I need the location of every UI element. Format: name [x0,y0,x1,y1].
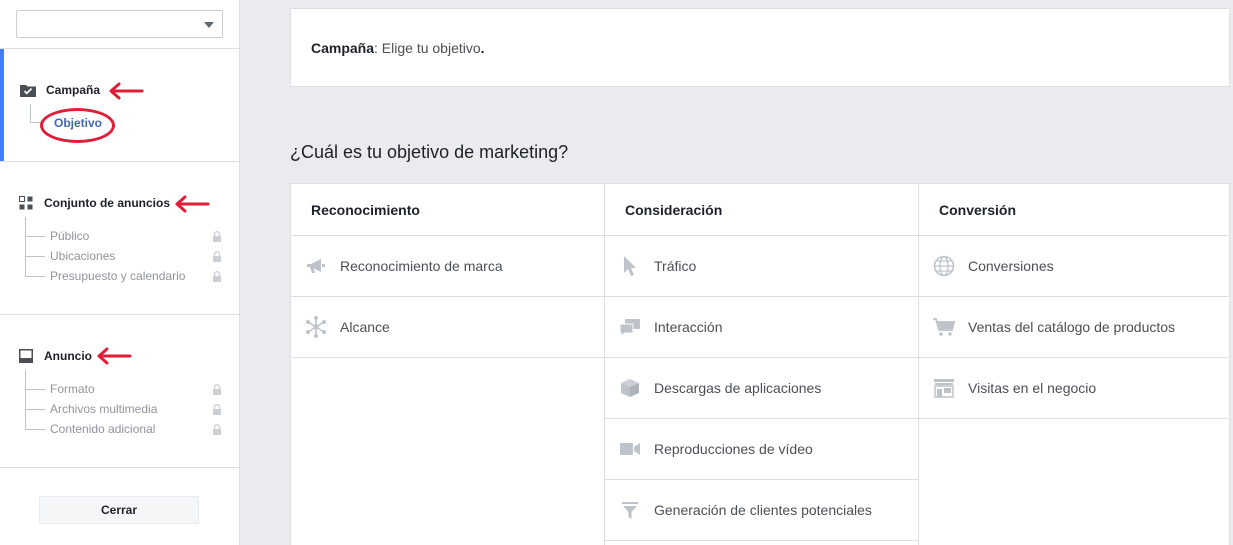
column-header: Consideración [605,184,918,236]
tree-line [25,409,45,410]
grid-icon [18,195,34,211]
account-dropdown[interactable] [16,10,223,38]
objective-label: Interacción [654,319,723,335]
objective-label: Ventas del catálogo de productos [968,319,1176,335]
nav-adset[interactable]: Conjunto de anuncios [18,195,170,211]
tree-line [25,370,26,429]
nav-format: Formato [50,382,95,396]
objective-store-visits[interactable]: Visitas en el negocio [919,358,1230,419]
chat-bubbles-icon [618,315,642,339]
nav-additional-content: Contenido adicional [50,422,156,436]
lock-icon [213,404,221,415]
lock-icon [213,424,221,435]
megaphone-icon [304,254,328,278]
nav-ad[interactable]: Anuncio [18,348,92,364]
nav-campaign-label: Campaña [46,83,101,97]
tree-line [25,236,45,237]
red-arrow-annotation [109,82,144,100]
objective-label: Generación de clientes potenciales [654,502,872,518]
divider [0,161,240,162]
red-arrow-annotation [97,347,132,365]
box-icon [618,376,642,400]
column-header: Reconocimiento [291,184,604,236]
tree-line [25,429,45,430]
objective-catalog-sales[interactable]: Ventas del catálogo de productos [919,297,1230,358]
divider [0,314,240,315]
column-header: Conversión [919,184,1230,236]
page-title: ¿Cuál es tu objetivo de marketing? [290,142,569,162]
folder-check-icon [20,82,36,98]
nav-campaign[interactable]: Campaña [20,82,100,98]
objective-reach[interactable]: Alcance [291,297,604,358]
ad-frame-icon [18,348,34,364]
objective-grid: Reconocimiento Reconocimiento de marca A… [290,183,1230,545]
red-arrow-annotation [175,195,210,213]
close-button[interactable]: Cerrar [39,496,199,524]
step-header-card: Campaña: Elige tu objetivo. [290,8,1230,87]
nav-adset-label: Conjunto de anuncios [44,196,170,210]
column-awareness: Reconocimiento Reconocimiento de marca A… [291,184,604,545]
divider [0,467,240,468]
tree-line [25,389,45,390]
nav-ad-label: Anuncio [44,349,92,363]
tree-line [25,256,45,257]
objective-engagement[interactable]: Interacción [605,297,918,358]
objective-brand-awareness[interactable]: Reconocimiento de marca [291,236,604,297]
reach-icon [304,315,328,339]
globe-icon [932,254,956,278]
step-header-period: . [480,40,485,56]
chevron-down-icon [204,22,214,28]
column-consideration: Consideración Tráfico Interacción Descar… [605,184,918,545]
active-section-indicator [0,49,4,161]
objective-label: Reproducciones de vídeo [654,441,813,457]
step-header-text: : Elige tu objetivo [374,40,481,56]
objective-label: Tráfico [654,258,697,274]
video-camera-icon [618,437,642,461]
funnel-icon [618,498,642,522]
sidebar: Campaña Objetivo Conjunto de anuncios Pú… [0,0,240,545]
step-header: Campaña: Elige tu objetivo. [311,40,485,56]
lock-icon [213,251,221,262]
nav-budget-schedule: Presupuesto y calendario [50,269,186,283]
nav-placements: Ubicaciones [50,249,116,263]
objective-lead-generation[interactable]: Generación de clientes potenciales [605,480,918,541]
objective-label: Visitas en el negocio [968,380,1097,396]
objective-traffic[interactable]: Tráfico [605,236,918,297]
objective-label: Conversiones [968,258,1054,274]
objective-app-installs[interactable]: Descargas de aplicaciones [605,358,918,419]
lock-icon [213,384,221,395]
nav-audience: Público [50,229,90,243]
tree-line [25,276,45,277]
objective-label: Reconocimiento de marca [340,258,503,274]
step-header-strong: Campaña [311,40,375,56]
objective-label: Alcance [340,319,390,335]
objective-conversions[interactable]: Conversiones [919,236,1230,297]
nav-media: Archivos multimedia [50,402,158,416]
objective-video-views[interactable]: Reproducciones de vídeo [605,419,918,480]
red-circle-annotation [40,108,115,143]
cursor-icon [618,254,642,278]
column-conversion: Conversión Conversiones Ventas del catál… [919,184,1230,545]
lock-icon [213,231,221,242]
objective-label: Descargas de aplicaciones [654,380,822,396]
tree-line [30,104,31,122]
store-icon [932,376,956,400]
cart-icon [932,315,956,339]
divider [0,48,240,49]
tree-line [25,217,26,276]
lock-icon [213,271,221,282]
